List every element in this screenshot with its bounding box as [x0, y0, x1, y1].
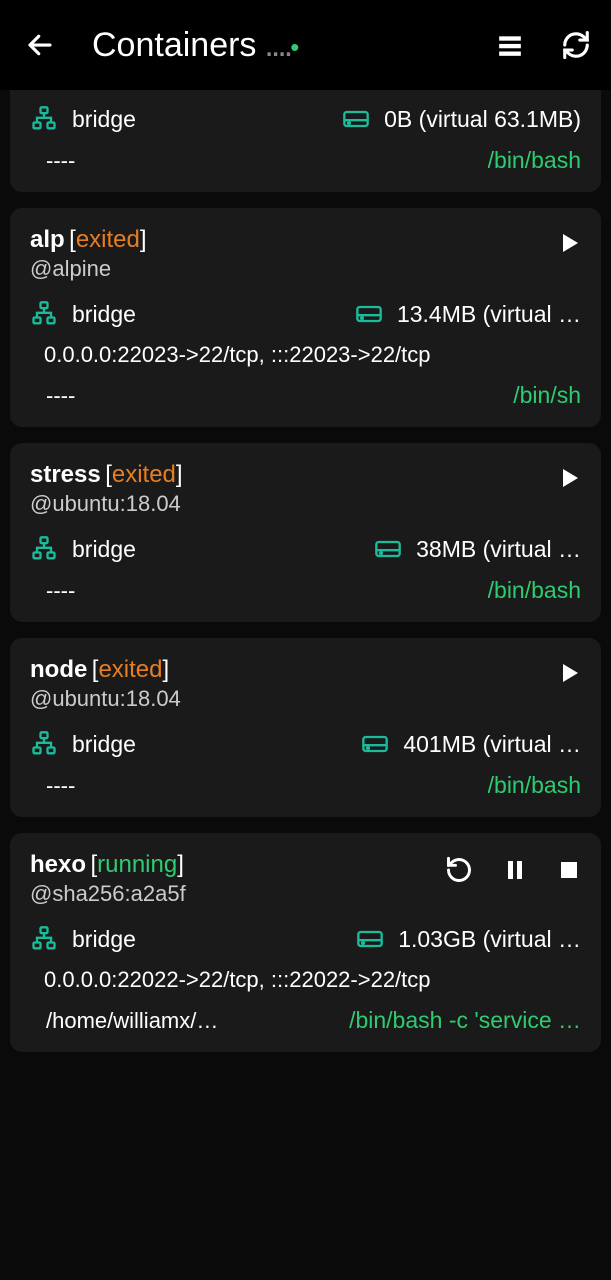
network-icon: [30, 925, 58, 953]
status-dots: ....•: [264, 26, 296, 65]
refresh-button[interactable]: [561, 30, 591, 60]
pause-icon: [503, 858, 527, 882]
container-card[interactable]: node [exited] @ubuntu:18.04 bridge: [10, 638, 601, 817]
refresh-icon: [561, 30, 591, 60]
container-network: bridge: [72, 106, 136, 133]
disk-icon: [374, 535, 402, 563]
container-network: bridge: [72, 926, 136, 953]
page-title: Containers: [92, 26, 256, 65]
container-network: bridge: [72, 731, 136, 758]
disk-icon: [356, 925, 384, 953]
container-name: node: [30, 656, 87, 683]
container-status: exited: [98, 656, 162, 683]
container-command: /bin/bash -c 'service …: [349, 1007, 581, 1034]
play-button[interactable]: [557, 466, 581, 490]
restart-button[interactable]: [445, 856, 473, 884]
hamburger-icon: [495, 32, 525, 58]
container-network: bridge: [72, 301, 136, 328]
restart-icon: [445, 856, 473, 884]
container-card[interactable]: @ubuntu:18.04 bridge 0B (virtual 63.1MB): [10, 90, 601, 192]
back-button[interactable]: [20, 25, 60, 65]
container-image: @sha256:a2a5f: [30, 881, 445, 907]
container-command: /bin/bash: [488, 147, 581, 174]
arrow-left-icon: [25, 30, 55, 60]
container-card[interactable]: hexo [running] @sha256:a2a5f: [10, 833, 601, 1052]
container-ports: 0.0.0.0:22022->22/tcp, :::22022->22/tcp: [44, 967, 581, 993]
container-card[interactable]: alp [exited] @alpine bridge: [10, 208, 601, 427]
container-size: 13.4MB (virtual …: [397, 301, 581, 328]
container-command: /bin/bash: [488, 577, 581, 604]
container-volume: ----: [46, 578, 488, 604]
container-ports: 0.0.0.0:22023->22/tcp, :::22023->22/tcp: [44, 342, 581, 368]
container-image: @ubuntu:18.04: [30, 491, 557, 517]
container-volume: ----: [46, 773, 488, 799]
container-name: alp: [30, 226, 65, 253]
container-size: 401MB (virtual …: [403, 731, 581, 758]
disk-icon: [361, 730, 389, 758]
container-image: @ubuntu:18.04: [30, 686, 557, 712]
play-icon: [557, 661, 581, 685]
container-command: /bin/bash: [488, 772, 581, 799]
container-status: exited: [112, 461, 176, 488]
pause-button[interactable]: [503, 858, 527, 882]
container-image: @alpine: [30, 256, 557, 282]
network-icon: [30, 300, 58, 328]
stop-button[interactable]: [557, 858, 581, 882]
container-size: 1.03GB (virtual …: [398, 926, 581, 953]
container-status: running: [97, 851, 177, 878]
container-size: 0B (virtual 63.1MB): [384, 106, 581, 133]
container-volume: /home/williamx/…: [46, 1008, 349, 1034]
play-icon: [557, 466, 581, 490]
container-size: 38MB (virtual …: [416, 536, 581, 563]
container-volume: ----: [46, 383, 513, 409]
container-status: exited: [76, 226, 140, 253]
disk-icon: [355, 300, 383, 328]
stop-icon: [557, 858, 581, 882]
play-button[interactable]: [557, 661, 581, 685]
container-network: bridge: [72, 536, 136, 563]
container-volume: ----: [46, 148, 488, 174]
play-icon: [557, 231, 581, 255]
container-command: /bin/sh: [513, 382, 581, 409]
container-name: stress: [30, 461, 101, 488]
network-icon: [30, 535, 58, 563]
container-card[interactable]: stress [exited] @ubuntu:18.04 bridge: [10, 443, 601, 622]
network-icon: [30, 105, 58, 133]
network-icon: [30, 730, 58, 758]
disk-icon: [342, 105, 370, 133]
container-name: hexo: [30, 851, 86, 878]
menu-button[interactable]: [495, 32, 525, 58]
play-button[interactable]: [557, 231, 581, 255]
